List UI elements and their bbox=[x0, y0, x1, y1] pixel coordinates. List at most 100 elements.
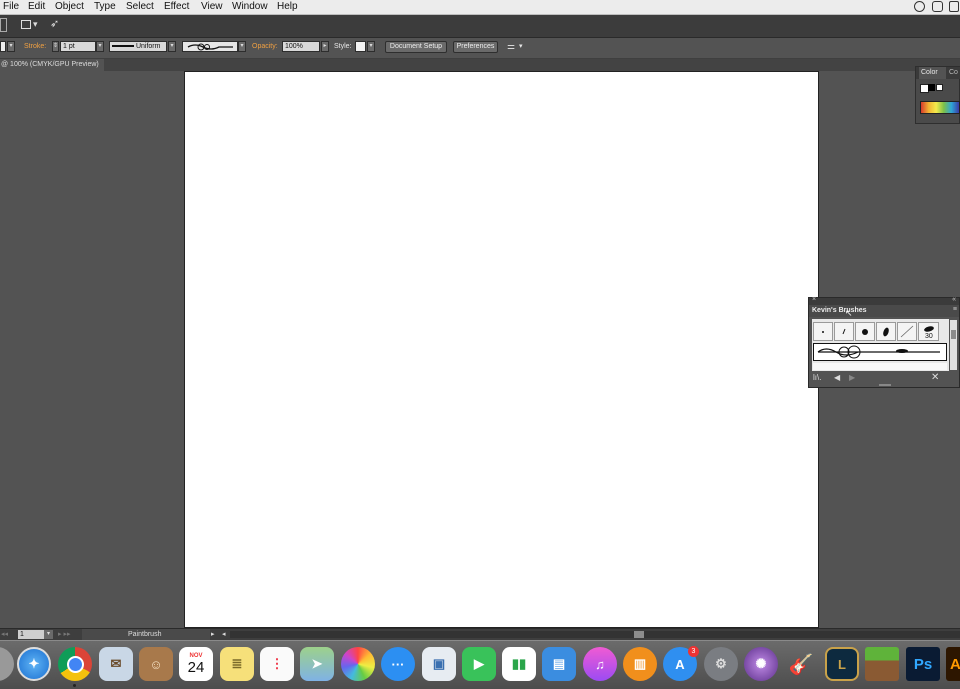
numbers-icon[interactable]: ▮▮ bbox=[502, 647, 536, 681]
motion-icon[interactable]: ✺ bbox=[744, 647, 778, 681]
brush-cell-5[interactable] bbox=[897, 322, 917, 341]
brush-dropdown-arrow[interactable]: ▾ bbox=[238, 41, 246, 52]
black-swatch[interactable] bbox=[928, 84, 935, 91]
collapse-icon[interactable]: « bbox=[952, 296, 956, 303]
menu-window[interactable]: Window bbox=[232, 0, 268, 14]
art-brush-row[interactable] bbox=[813, 343, 947, 361]
illustrator-icon[interactable]: Ai bbox=[946, 647, 960, 681]
shield-status-icon[interactable] bbox=[932, 1, 943, 12]
system-preferences-icon[interactable]: ⚙ bbox=[704, 647, 738, 681]
tab-kevins-brushes[interactable]: Kevin's Brushes bbox=[812, 305, 867, 317]
variable-width-profile[interactable]: Uniform bbox=[109, 41, 167, 52]
photos-icon[interactable] bbox=[341, 647, 375, 681]
document-setup-button[interactable]: Document Setup bbox=[385, 41, 447, 53]
record-status-icon[interactable] bbox=[914, 1, 925, 12]
fill-dropdown-arrow[interactable]: ▾ bbox=[7, 41, 15, 52]
chrome-icon[interactable] bbox=[58, 647, 92, 681]
photoshop-icon[interactable]: Ps bbox=[906, 647, 940, 681]
brush-libraries-menu-icon[interactable]: lı\. bbox=[813, 373, 821, 382]
tool-status-field[interactable]: Paintbrush bbox=[82, 629, 210, 640]
oval-brush-icon bbox=[883, 327, 889, 337]
brush-definition[interactable] bbox=[182, 41, 238, 52]
tab-color[interactable]: Color bbox=[919, 67, 946, 79]
stroke-label[interactable]: Stroke: bbox=[24, 42, 46, 52]
menu-file[interactable]: File bbox=[3, 0, 19, 14]
finder-partial-icon[interactable] bbox=[0, 647, 14, 681]
menu-object[interactable]: Object bbox=[55, 0, 84, 14]
profile-dropdown-arrow[interactable]: ▾ bbox=[168, 41, 176, 52]
brush-cell-6[interactable]: 30 bbox=[918, 322, 939, 341]
first-artboard-icon[interactable]: ◂◂ bbox=[1, 629, 8, 640]
opacity-label[interactable]: Opacity: bbox=[252, 42, 278, 52]
menu-view[interactable]: View bbox=[201, 0, 223, 14]
facetime-icon[interactable]: ▶ bbox=[462, 647, 496, 681]
panel-menu-icon[interactable]: ≡ bbox=[953, 306, 957, 313]
close-icon[interactable]: × bbox=[812, 296, 816, 303]
next-artboard-icon[interactable]: ▸ ▸▸ bbox=[58, 629, 71, 640]
stroke-stepper[interactable]: ⇕ bbox=[52, 41, 59, 52]
reminders-icon[interactable]: ⋮ bbox=[260, 647, 294, 681]
horizontal-scrollbar[interactable] bbox=[230, 631, 960, 638]
stroke-weight-dropdown[interactable]: ▾ bbox=[96, 41, 104, 52]
opacity-input[interactable]: 100% bbox=[282, 41, 320, 52]
align-options-icon[interactable]: ⚌ bbox=[507, 41, 515, 51]
artboard-number-field[interactable]: 1 bbox=[18, 630, 44, 639]
status-menu-arrow-icon[interactable]: ▸ bbox=[211, 629, 215, 640]
round-brush-icon bbox=[862, 329, 868, 335]
scroll-left-icon[interactable]: ◂ bbox=[222, 629, 226, 640]
keynote-icon[interactable]: ▤ bbox=[542, 647, 576, 681]
art-brush-row-2[interactable] bbox=[813, 363, 947, 370]
brush-cell-2[interactable] bbox=[834, 322, 854, 341]
stroke-weight-input[interactable]: 1 pt bbox=[60, 41, 96, 52]
menu-edit[interactable]: Edit bbox=[28, 0, 45, 14]
opacity-slider-arrow[interactable]: ▸ bbox=[321, 41, 329, 52]
artboard[interactable] bbox=[184, 71, 819, 628]
delete-brush-icon[interactable]: ✕ bbox=[931, 372, 939, 383]
color-spectrum-bar[interactable] bbox=[920, 101, 960, 114]
brush-cell-1[interactable] bbox=[813, 322, 833, 341]
messages-icon[interactable]: ··· bbox=[381, 647, 415, 681]
brush-scrollbar[interactable] bbox=[950, 320, 957, 370]
horizontal-scrollbar-thumb[interactable] bbox=[634, 631, 644, 638]
brush-cell-3[interactable] bbox=[855, 322, 875, 341]
contacts-icon[interactable]: ☺ bbox=[139, 647, 173, 681]
calendar-icon[interactable]: NOV 24 bbox=[179, 647, 213, 681]
safari-icon[interactable]: ✦ bbox=[17, 647, 51, 681]
next-library-icon[interactable]: ▶ bbox=[849, 373, 855, 382]
menu-help[interactable]: Help bbox=[277, 0, 298, 14]
document-tab[interactable]: @ 100% (CMYK/GPU Preview) bbox=[0, 59, 104, 71]
chevron-down-icon[interactable]: ▾ bbox=[33, 19, 38, 33]
preview-icon[interactable]: ▣ bbox=[422, 647, 456, 681]
itunes-icon[interactable]: ♫ bbox=[583, 647, 617, 681]
league-of-legends-icon[interactable]: L bbox=[825, 647, 859, 681]
application-bar: ▾ ➶ bbox=[0, 15, 960, 38]
menu-effect[interactable]: Effect bbox=[164, 0, 189, 14]
bridge-icon[interactable] bbox=[0, 18, 7, 32]
garageband-icon[interactable]: 🎸 bbox=[784, 647, 818, 681]
tab-color-guide[interactable]: Co bbox=[949, 67, 958, 79]
preferences-button[interactable]: Preferences bbox=[453, 41, 498, 53]
panel-menu-arrow-icon[interactable]: ▾ bbox=[519, 42, 523, 52]
white-swatch[interactable] bbox=[936, 84, 943, 91]
brush-cell-4[interactable] bbox=[876, 322, 896, 341]
ibooks-icon[interactable]: ▥ bbox=[623, 647, 657, 681]
menu-type[interactable]: Type bbox=[94, 0, 116, 14]
mail-icon[interactable]: ✉ bbox=[99, 647, 133, 681]
previous-library-icon[interactable]: ◀ bbox=[834, 373, 840, 382]
artboard-dropdown-arrow[interactable]: ▾ bbox=[44, 630, 53, 639]
appstore-badge: 3 bbox=[688, 646, 699, 657]
graphic-style-swatch[interactable] bbox=[355, 41, 366, 52]
minecraft-icon[interactable] bbox=[865, 647, 899, 681]
scrollbar-thumb[interactable] bbox=[951, 330, 956, 339]
arrange-documents-icon[interactable] bbox=[21, 20, 31, 29]
profile-line bbox=[112, 45, 134, 48]
fill-swatch[interactable] bbox=[0, 41, 6, 52]
airplay-icon[interactable] bbox=[949, 1, 959, 12]
style-dropdown-arrow[interactable]: ▾ bbox=[367, 41, 375, 52]
maps-icon[interactable]: ➤ bbox=[300, 647, 334, 681]
gpu-performance-icon[interactable]: ➶ bbox=[50, 17, 59, 31]
menu-select[interactable]: Select bbox=[126, 0, 154, 14]
notes-icon[interactable]: ≣ bbox=[220, 647, 254, 681]
brushes-tabbar: Kevin's Brushes ↖ ≡ bbox=[809, 305, 959, 318]
resize-grip[interactable] bbox=[879, 384, 891, 386]
